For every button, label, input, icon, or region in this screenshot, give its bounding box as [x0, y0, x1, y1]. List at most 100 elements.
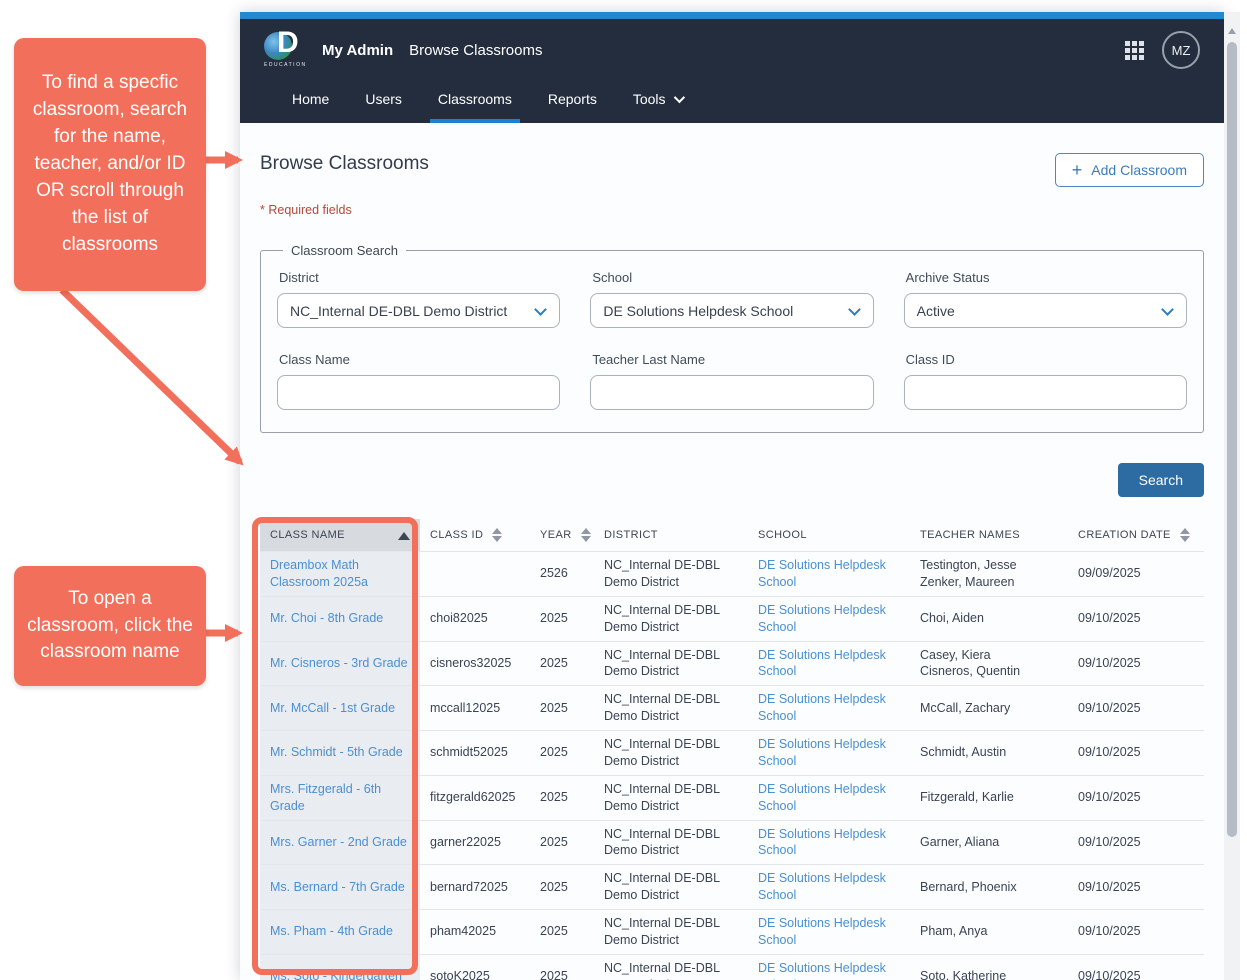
- class-id-input[interactable]: [904, 375, 1187, 410]
- main-content: Browse Classrooms + Add Classroom * Requ…: [240, 123, 1224, 980]
- school-link[interactable]: DE Solutions Helpdesk School: [758, 827, 886, 858]
- archive-status-select[interactable]: Active: [904, 293, 1187, 328]
- classroom-search-panel: Classroom Search DistrictNC_Internal DE-…: [260, 243, 1204, 433]
- field-label: Teacher Last Name: [592, 352, 873, 367]
- field-teacher-last-name: Teacher Last Name: [590, 344, 873, 410]
- class-name-link[interactable]: Mrs. Fitzgerald - 6th Grade: [270, 782, 381, 813]
- school-link[interactable]: DE Solutions Helpdesk School: [758, 558, 886, 589]
- logo-education-text: EDUCATION: [264, 62, 307, 68]
- cell-class-id: fitzgerald62025: [420, 775, 530, 820]
- cell-creation-date: 09/10/2025: [1068, 596, 1204, 641]
- cell-creation-date: 09/09/2025: [1068, 552, 1204, 597]
- column-label: DISTRICT: [604, 529, 658, 541]
- cell-class-id: schmidt52025: [420, 731, 530, 776]
- cell-school: DE Solutions Helpdesk School: [748, 596, 910, 641]
- cell-class-id: garner22025: [420, 820, 530, 865]
- field-label: Class Name: [279, 352, 560, 367]
- cell-class-name: Mr. Cisneros - 3rd Grade: [260, 641, 420, 686]
- cell-year: 2025: [530, 820, 594, 865]
- cell-class-name: Ms. Pham - 4th Grade: [260, 910, 420, 955]
- school-link[interactable]: DE Solutions Helpdesk School: [758, 961, 886, 980]
- school-link[interactable]: DE Solutions Helpdesk School: [758, 871, 886, 902]
- teacher-name: Soto, Katherine: [920, 968, 1058, 980]
- cell-year: 2025: [530, 641, 594, 686]
- district-select[interactable]: NC_Internal DE-DBL Demo District: [277, 293, 560, 328]
- sort-icon[interactable]: [1180, 528, 1190, 542]
- school-link[interactable]: DE Solutions Helpdesk School: [758, 648, 886, 679]
- column-header-district: DISTRICT: [594, 519, 748, 552]
- cell-class-id: choi82025: [420, 596, 530, 641]
- discovery-education-logo[interactable]: D EDUCATION: [264, 30, 308, 74]
- teacher-name: Fitzgerald, Karlie: [920, 789, 1058, 806]
- sort-icon[interactable]: [581, 528, 591, 542]
- school-link[interactable]: DE Solutions Helpdesk School: [758, 692, 886, 723]
- navbar-upper-row: D EDUCATION My Admin Browse Classrooms M…: [264, 19, 1200, 81]
- school-link[interactable]: DE Solutions Helpdesk School: [758, 916, 886, 947]
- nav-tab-reports[interactable]: Reports: [534, 81, 611, 123]
- classrooms-table: CLASS NAMECLASS IDYEARDISTRICTSCHOOLTEAC…: [260, 519, 1204, 980]
- apps-grid-icon[interactable]: [1125, 41, 1144, 60]
- sort-icon[interactable]: [492, 528, 502, 542]
- teacher-name: Choi, Aiden: [920, 610, 1058, 627]
- class-name-link[interactable]: Dreambox Math Classroom 2025a: [270, 558, 368, 589]
- column-label: TEACHER NAMES: [920, 529, 1020, 541]
- cell-school: DE Solutions Helpdesk School: [748, 552, 910, 597]
- class-name-link[interactable]: Ms. Bernard - 7th Grade: [270, 880, 405, 894]
- user-avatar[interactable]: MZ: [1162, 31, 1200, 69]
- add-classroom-label: Add Classroom: [1091, 162, 1187, 178]
- cell-year: 2526: [530, 552, 594, 597]
- cell-class-name: Ms. Soto - Kindergarten: [260, 954, 420, 980]
- annotation-callout-search: To find a specfic classroom, search for …: [14, 38, 206, 291]
- cell-school: DE Solutions Helpdesk School: [748, 686, 910, 731]
- class-name-link[interactable]: Ms. Pham - 4th Grade: [270, 924, 393, 938]
- table-row: Ms. Pham - 4th Gradepham420252025NC_Inte…: [260, 910, 1204, 955]
- school-link[interactable]: DE Solutions Helpdesk School: [758, 603, 886, 634]
- annotation-callout-open: To open a classroom, click the classroom…: [14, 566, 206, 686]
- class-name-link[interactable]: Mr. Choi - 8th Grade: [270, 611, 383, 625]
- primary-nav-tabs: HomeUsers Classrooms ReportsTools: [264, 81, 1200, 123]
- nav-tab-home[interactable]: Home: [278, 81, 343, 123]
- teacher-name: Testington, Jesse: [920, 557, 1058, 574]
- class-name-link[interactable]: Mrs. Garner - 2nd Grade: [270, 835, 407, 849]
- cell-class-name: Mrs. Fitzgerald - 6th Grade: [260, 775, 420, 820]
- nav-tab-tools[interactable]: Tools: [619, 81, 696, 123]
- cell-class-name: Mr. Choi - 8th Grade: [260, 596, 420, 641]
- class-name-link[interactable]: Ms. Soto - Kindergarten: [270, 969, 402, 980]
- scrollbar-up-arrow-icon[interactable]: [1228, 28, 1236, 34]
- cell-teacher-names: Testington, JesseZenker, Maureen: [910, 552, 1068, 597]
- cell-school: DE Solutions Helpdesk School: [748, 820, 910, 865]
- cell-class-id: sotoK2025: [420, 954, 530, 980]
- table-row: Mr. Cisneros - 3rd Gradecisneros32025202…: [260, 641, 1204, 686]
- column-header-year[interactable]: YEAR: [530, 519, 594, 552]
- nav-tab-label: Classrooms: [438, 91, 512, 107]
- column-header-creation-date[interactable]: CREATION DATE: [1068, 519, 1204, 552]
- title-row: Browse Classrooms + Add Classroom: [260, 153, 1204, 187]
- add-classroom-button[interactable]: + Add Classroom: [1055, 153, 1204, 187]
- class-name-link[interactable]: Mr. Schmidt - 5th Grade: [270, 745, 403, 759]
- school-select[interactable]: DE Solutions Helpdesk School: [590, 293, 873, 328]
- cell-school: DE Solutions Helpdesk School: [748, 954, 910, 980]
- school-link[interactable]: DE Solutions Helpdesk School: [758, 782, 886, 813]
- cell-class-id: [420, 552, 530, 597]
- column-header-class-name[interactable]: CLASS NAME: [260, 519, 420, 552]
- search-button[interactable]: Search: [1118, 463, 1204, 497]
- sort-ascending-icon[interactable]: [398, 532, 410, 540]
- class-name-input[interactable]: [277, 375, 560, 410]
- cell-creation-date: 09/10/2025: [1068, 775, 1204, 820]
- teacher-name: Casey, Kiera: [920, 647, 1058, 664]
- scrollbar-thumb[interactable]: [1227, 42, 1237, 837]
- cell-year: 2025: [530, 596, 594, 641]
- school-link[interactable]: DE Solutions Helpdesk School: [758, 737, 886, 768]
- nav-tab-classrooms[interactable]: Classrooms: [424, 81, 526, 123]
- teacher-last-name-input[interactable]: [590, 375, 873, 410]
- table-body: Dreambox Math Classroom 2025a2526NC_Inte…: [260, 552, 1204, 980]
- class-name-link[interactable]: Mr. Cisneros - 3rd Grade: [270, 656, 408, 670]
- nav-tab-users[interactable]: Users: [351, 81, 416, 123]
- cell-year: 2025: [530, 910, 594, 955]
- vertical-scrollbar[interactable]: [1224, 12, 1240, 980]
- class-name-link[interactable]: Mr. McCall - 1st Grade: [270, 701, 395, 715]
- cell-class-name: Mr. McCall - 1st Grade: [260, 686, 420, 731]
- field-district: DistrictNC_Internal DE-DBL Demo District: [277, 262, 560, 328]
- select-value: NC_Internal DE-DBL Demo District: [290, 303, 507, 319]
- column-header-class-id[interactable]: CLASS ID: [420, 519, 530, 552]
